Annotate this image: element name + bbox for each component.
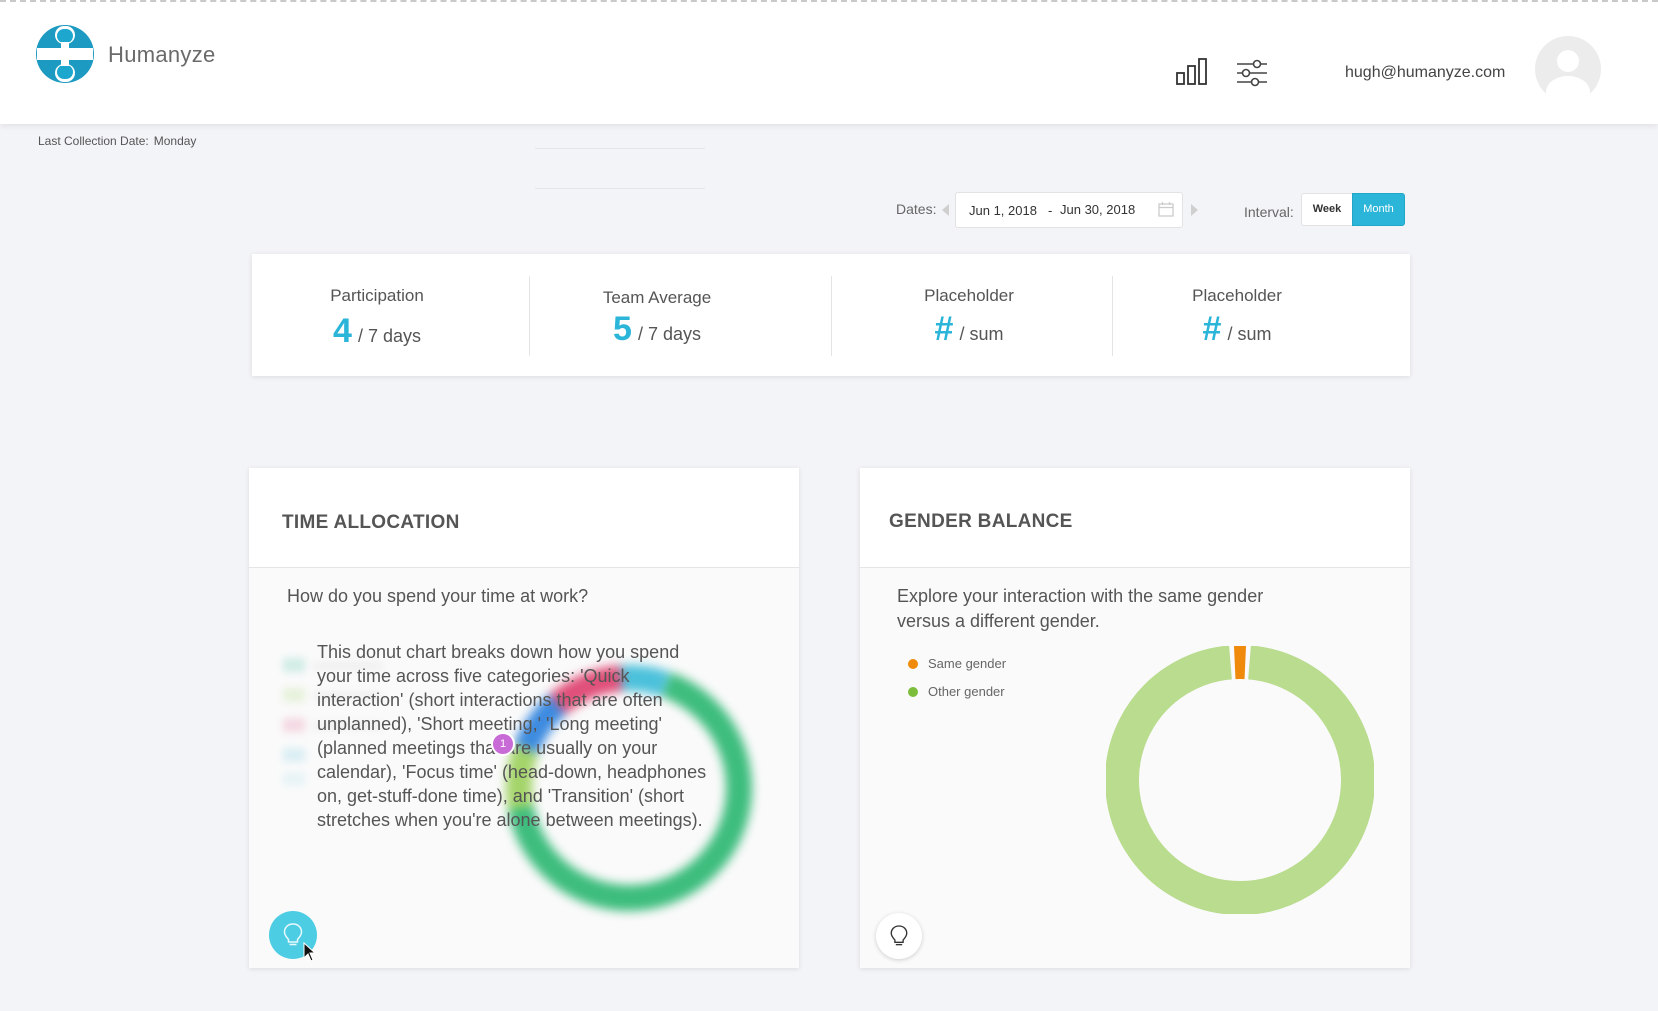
- avatar[interactable]: [1535, 36, 1601, 102]
- panel-title: GENDER BALANCE: [889, 511, 1073, 532]
- stat-unit: / 7 days: [357, 326, 421, 346]
- mouse-cursor-icon: [303, 942, 317, 962]
- panel-title: TIME ALLOCATION: [282, 512, 460, 533]
- legend-dot: [908, 687, 918, 697]
- donut-slice-other-gender: [1106, 646, 1374, 914]
- divider: [535, 148, 705, 149]
- stat-title: Placeholder: [924, 286, 1014, 305]
- stat-divider: [529, 276, 530, 356]
- legend-item-same-gender: Same gender: [908, 656, 1006, 671]
- lightbulb-icon: [283, 923, 303, 946]
- prev-date-arrow-icon[interactable]: [942, 204, 949, 216]
- humanyze-logo: [36, 25, 94, 83]
- stat-number: #: [1202, 310, 1222, 348]
- stat-participation: Participation 4/ 7 days: [282, 254, 472, 376]
- panel-subtitle: Explore your interaction with the same g…: [897, 586, 1264, 631]
- stat-number: 4: [333, 312, 352, 350]
- last-collection-value: Monday: [153, 134, 197, 148]
- legend-label: Same gender: [928, 656, 1007, 671]
- tip-text: This donut chart breaks down how you spe…: [317, 642, 707, 830]
- date-range-picker[interactable]: Jun 1, 2018 - Jun 30, 2018: [955, 192, 1183, 228]
- legend-item-other-gender: Other gender: [908, 684, 1005, 699]
- stat-value: 4/ 7 days: [282, 312, 472, 351]
- date-separator: -: [1048, 203, 1053, 218]
- stat-number: 5: [613, 310, 632, 348]
- panel-subtitle: How do you spend your time at work?: [287, 586, 589, 606]
- date-start: Jun 1, 2018: [969, 203, 1037, 218]
- stat-value: # / sum: [874, 310, 1064, 349]
- stat-value: 5/ 7 days: [562, 310, 752, 349]
- dates-label: Dates:: [896, 201, 937, 217]
- date-end: Jun 30, 2018: [1060, 202, 1136, 217]
- gender-balance-donut: [1106, 646, 1374, 914]
- calendar-icon[interactable]: [1158, 202, 1174, 217]
- stat-divider: [831, 276, 832, 356]
- interval-month-button[interactable]: Month: [1352, 193, 1405, 226]
- last-collection-label: Last Collection Date:: [38, 134, 149, 148]
- step-badge[interactable]: 1: [491, 732, 515, 756]
- stat-placeholder: Placeholder # / sum: [874, 254, 1064, 376]
- stat-placeholder: Placeholder # / sum: [1142, 254, 1332, 376]
- time-allocation-panel: TIME ALLOCATION How do you spend your ti…: [249, 468, 799, 968]
- stat-value: # / sum: [1142, 310, 1332, 349]
- stat-title: Placeholder: [1192, 286, 1282, 305]
- lightbulb-icon: [890, 925, 908, 946]
- bar-chart-icon[interactable]: [1175, 57, 1211, 87]
- gender-balance-panel: GENDER BALANCE Explore your interaction …: [860, 468, 1410, 968]
- stat-number: #: [934, 310, 954, 348]
- interval-week-button[interactable]: Week: [1301, 193, 1353, 226]
- stat-title: Team Average: [602, 288, 712, 307]
- top-bar: Humanyze hugh@humanyze.com: [0, 0, 1658, 124]
- last-collection-date: Last Collection Date: Monday: [38, 134, 196, 148]
- user-email[interactable]: hugh@humanyze.com: [1345, 64, 1505, 82]
- brand-name: Humanyze: [108, 42, 216, 67]
- legend-dot: [908, 659, 918, 669]
- stat-team-average: Team Average 5/ 7 days: [562, 254, 752, 376]
- panel-header: GENDER BALANCE: [860, 468, 1410, 568]
- stat-title: Participation: [330, 286, 424, 305]
- stat-divider: [1112, 276, 1113, 356]
- divider: [535, 188, 705, 189]
- tip-toggle-button[interactable]: [876, 913, 922, 959]
- sliders-icon[interactable]: [1235, 58, 1269, 88]
- stats-card: Participation 4/ 7 days Team Average 5/ …: [252, 254, 1410, 376]
- stat-unit: / sum: [1227, 324, 1272, 344]
- interval-label: Interval:: [1244, 204, 1294, 220]
- next-date-arrow-icon[interactable]: [1191, 204, 1198, 216]
- stat-unit: / 7 days: [637, 324, 701, 344]
- stat-unit: / sum: [959, 324, 1004, 344]
- user-icon: [1546, 50, 1590, 102]
- panel-header: TIME ALLOCATION: [249, 468, 799, 568]
- legend-label: Other gender: [928, 684, 1005, 699]
